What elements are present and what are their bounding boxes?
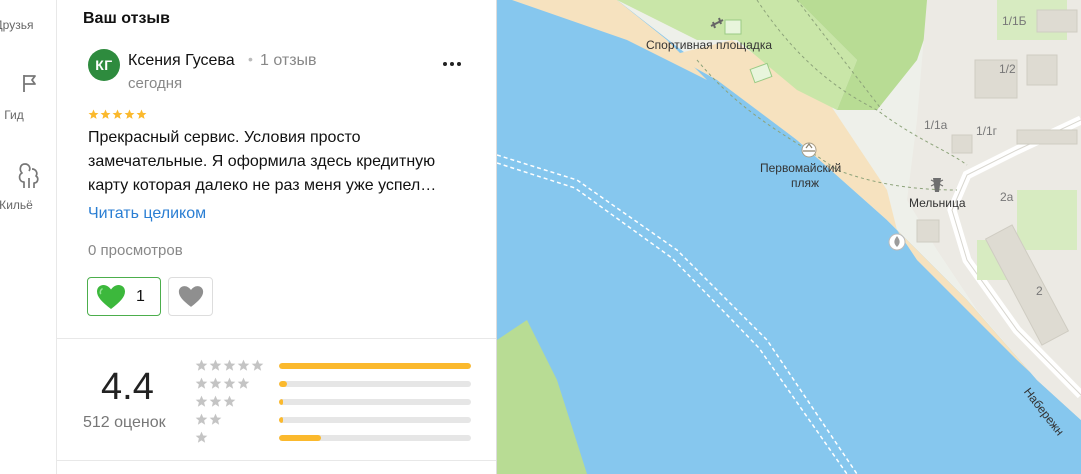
rating-bar-row xyxy=(195,429,475,447)
star-icon xyxy=(223,395,236,407)
rating-bar-fill xyxy=(279,435,322,441)
star-icon xyxy=(195,377,208,389)
star-icon xyxy=(209,413,222,425)
housing-icon xyxy=(18,163,39,188)
rating-bar-track xyxy=(279,399,471,405)
map-label-building: 1/1г xyxy=(976,124,998,138)
star-icon xyxy=(195,431,208,443)
star-icon xyxy=(195,359,208,371)
map-label-beach-2[interactable]: пляж xyxy=(791,176,819,190)
rating-bar-row xyxy=(195,357,475,375)
rating-bar-stars xyxy=(195,431,209,444)
green-heart-icon xyxy=(97,284,125,309)
like-count: 1 xyxy=(136,287,145,305)
map-canvas[interactable] xyxy=(497,0,1081,474)
nav-housing-label: Жильё xyxy=(0,198,33,212)
rating-bar-fill xyxy=(279,417,283,423)
star-icon xyxy=(124,109,135,119)
beach-icon xyxy=(801,142,817,158)
flag-icon xyxy=(22,75,36,92)
review-stars xyxy=(88,109,148,120)
average-rating: 4.4 xyxy=(101,366,154,408)
avatar-initials: КГ xyxy=(95,57,113,73)
review-date: сегодня xyxy=(128,75,183,92)
map-label-sports-ground[interactable]: Спортивная площадка xyxy=(646,38,772,52)
rating-bar-stars xyxy=(195,377,251,390)
star-icon xyxy=(136,109,147,119)
star-icon xyxy=(237,377,250,389)
star-icon xyxy=(223,377,236,389)
map-label-building: 1/2 xyxy=(999,62,1016,76)
star-icon xyxy=(195,395,208,407)
nav-guide-label: Гид xyxy=(4,108,24,122)
map-label-building: 2а xyxy=(1000,190,1014,204)
section-title: Ваш отзыв xyxy=(83,10,170,27)
rating-bar-fill xyxy=(279,399,283,405)
rating-bar-fill xyxy=(279,381,287,387)
map-label-building: 2 xyxy=(1036,284,1043,298)
rating-bar-stars xyxy=(195,413,223,426)
rating-bar-row xyxy=(195,393,475,411)
review-panel: Ваш отзыв КГ Ксения Гусева • 1 отзыв сег… xyxy=(57,0,497,474)
star-icon xyxy=(251,359,264,371)
star-icon xyxy=(209,377,222,389)
like-button[interactable]: 1 xyxy=(87,277,161,316)
rating-count: 512 оценок xyxy=(83,414,166,431)
star-icon xyxy=(237,359,250,371)
map-label-mill[interactable]: Мельница xyxy=(909,196,966,210)
star-icon xyxy=(209,395,222,407)
nav-friends-label: Друзья xyxy=(0,18,34,32)
rating-distribution xyxy=(195,357,475,447)
more-dots-icon xyxy=(443,62,447,66)
dislike-button[interactable] xyxy=(168,277,213,316)
nav-housing[interactable]: Жильё xyxy=(0,160,57,212)
rating-bar-track xyxy=(279,381,471,387)
map-label-building: 1/1а xyxy=(924,118,948,132)
views-count: 0 просмотров xyxy=(88,242,183,259)
divider xyxy=(57,338,496,339)
rating-bar-stars xyxy=(195,395,237,408)
star-icon xyxy=(88,109,99,119)
read-more-link[interactable]: Читать целиком xyxy=(88,205,206,223)
map-label-building: 1/1Б xyxy=(1002,14,1027,28)
rating-bar-track xyxy=(279,417,471,423)
separator-dot: • xyxy=(248,51,253,67)
rating-bar-stars xyxy=(195,359,265,372)
fire-icon xyxy=(888,233,906,251)
star-icon xyxy=(223,359,236,371)
star-icon xyxy=(100,109,111,119)
rating-bar-track xyxy=(279,435,471,441)
map-view[interactable]: Спортивная площадка Первомайский пляж Ме… xyxy=(497,0,1081,474)
star-icon xyxy=(112,109,123,119)
divider xyxy=(57,460,496,461)
author-name[interactable]: Ксения Гусева xyxy=(128,52,235,70)
author-review-count: 1 отзыв xyxy=(260,52,317,69)
star-icon xyxy=(209,359,222,371)
grey-heart-icon xyxy=(178,286,203,307)
rating-bar-track xyxy=(279,363,471,369)
side-nav: Друзья Гид Жильё xyxy=(0,0,57,474)
avatar[interactable]: КГ xyxy=(88,49,120,81)
nav-guide[interactable]: Гид xyxy=(0,72,57,122)
review-text: Прекрасный сервис. Условия просто замеча… xyxy=(88,129,437,194)
rating-bar-row xyxy=(195,375,475,393)
rating-bar-row xyxy=(195,411,475,429)
star-icon xyxy=(195,413,208,425)
rating-bar-fill xyxy=(279,363,471,369)
map-label-beach[interactable]: Первомайский xyxy=(760,161,841,175)
more-options-button[interactable] xyxy=(438,52,466,76)
